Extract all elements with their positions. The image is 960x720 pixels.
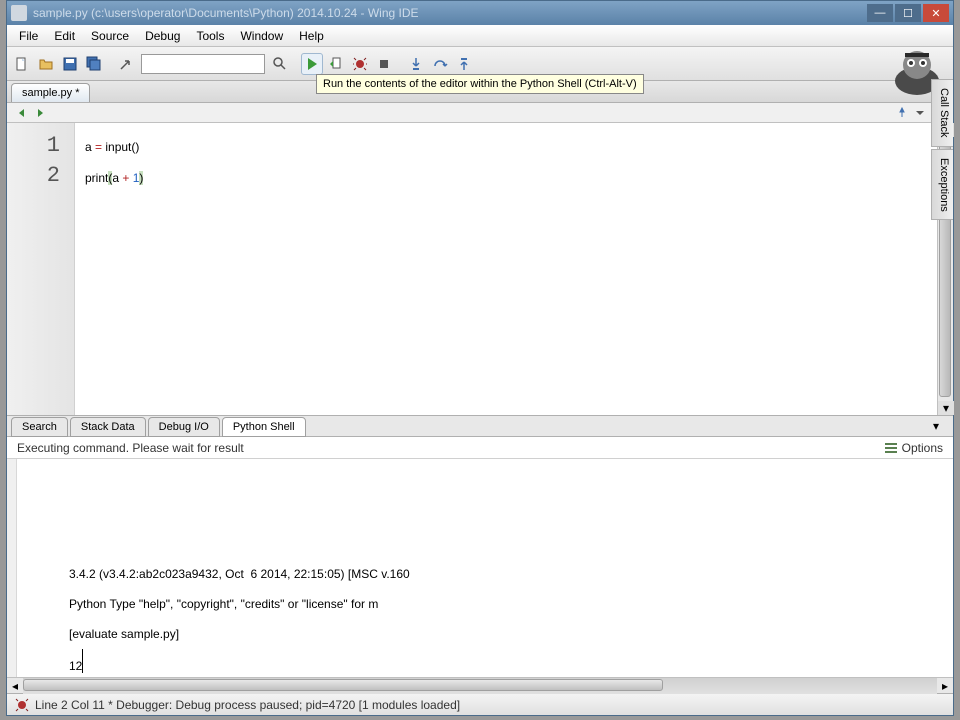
status-text: Line 2 Col 11 * Debugger: Debug process … [35, 698, 460, 712]
app-icon [11, 5, 27, 21]
code-editor[interactable]: 1 2 a = input() print(a + 1) ▴ ▾ [7, 123, 953, 415]
editor-nav [7, 103, 953, 123]
search-input[interactable] [141, 54, 265, 74]
scroll-right-icon[interactable]: ▸ [937, 678, 953, 694]
debug-file-icon[interactable] [325, 53, 347, 75]
code-area[interactable]: a = input() print(a + 1) [75, 123, 953, 415]
scroll-left-icon[interactable]: ◂ [7, 678, 23, 694]
menu-debug[interactable]: Debug [137, 26, 188, 46]
stop-icon[interactable] [373, 53, 395, 75]
right-sidebar: Call Stack Exceptions [931, 79, 953, 220]
tab-python-shell[interactable]: Python Shell [222, 417, 306, 437]
rtab-exceptions[interactable]: Exceptions [931, 149, 953, 221]
tooltip: Run the contents of the editor within th… [316, 74, 644, 94]
search-icon[interactable] [269, 53, 291, 75]
menubar: File Edit Source Debug Tools Window Help [7, 25, 953, 47]
menu-edit[interactable]: Edit [46, 26, 83, 46]
minimize-button[interactable]: — [867, 4, 893, 22]
tab-search[interactable]: Search [11, 417, 68, 437]
shell-hscroll[interactable]: ◂ ▸ [7, 677, 953, 693]
pin-icon[interactable] [893, 105, 911, 121]
step-over-icon[interactable] [429, 53, 451, 75]
menu-tools[interactable]: Tools [188, 26, 232, 46]
shell-header: Executing command. Please wait for resul… [7, 437, 953, 459]
options-icon [884, 441, 898, 455]
menu-source[interactable]: Source [83, 26, 137, 46]
panel-menu-icon[interactable]: ▾ [933, 419, 949, 433]
scroll-down-icon[interactable]: ▾ [938, 401, 954, 415]
hscroll-thumb[interactable] [23, 679, 663, 691]
run-icon[interactable] [301, 53, 323, 75]
shell-options[interactable]: Options [884, 441, 943, 455]
chevron-down-icon[interactable] [911, 105, 929, 121]
bottom-tabbar: Search Stack Data Debug I/O Python Shell… [7, 415, 953, 437]
nav-fwd-icon[interactable] [31, 105, 49, 121]
tab-stack-data[interactable]: Stack Data [70, 417, 146, 437]
new-file-icon[interactable] [11, 53, 33, 75]
rtab-call-stack[interactable]: Call Stack [931, 79, 953, 147]
titlebar: sample.py (c:\users\operator\Documents\P… [7, 1, 953, 25]
maximize-button[interactable]: ☐ [895, 4, 921, 22]
step-out-icon[interactable] [453, 53, 475, 75]
bug-icon [15, 698, 29, 712]
debug-icon[interactable] [349, 53, 371, 75]
menu-window[interactable]: Window [232, 26, 291, 46]
window-title: sample.py (c:\users\operator\Documents\P… [33, 6, 867, 20]
python-shell[interactable]: 3.4.2 (v3.4.2:ab2c023a9432, Oct 6 2014, … [7, 459, 953, 677]
save-icon[interactable] [59, 53, 81, 75]
goto-icon[interactable] [115, 53, 137, 75]
open-file-icon[interactable] [35, 53, 57, 75]
save-all-icon[interactable] [83, 53, 105, 75]
nav-back-icon[interactable] [13, 105, 31, 121]
menu-help[interactable]: Help [291, 26, 332, 46]
close-button[interactable]: ✕ [923, 4, 949, 22]
menu-file[interactable]: File [11, 26, 46, 46]
tab-debug-io[interactable]: Debug I/O [148, 417, 220, 437]
line-gutter: 1 2 [7, 123, 75, 415]
step-into-icon[interactable] [405, 53, 427, 75]
statusbar: Line 2 Col 11 * Debugger: Debug process … [7, 693, 953, 715]
tab-sample[interactable]: sample.py * [11, 83, 90, 102]
shell-status: Executing command. Please wait for resul… [17, 441, 244, 455]
app-window: sample.py (c:\users\operator\Documents\P… [6, 0, 954, 716]
